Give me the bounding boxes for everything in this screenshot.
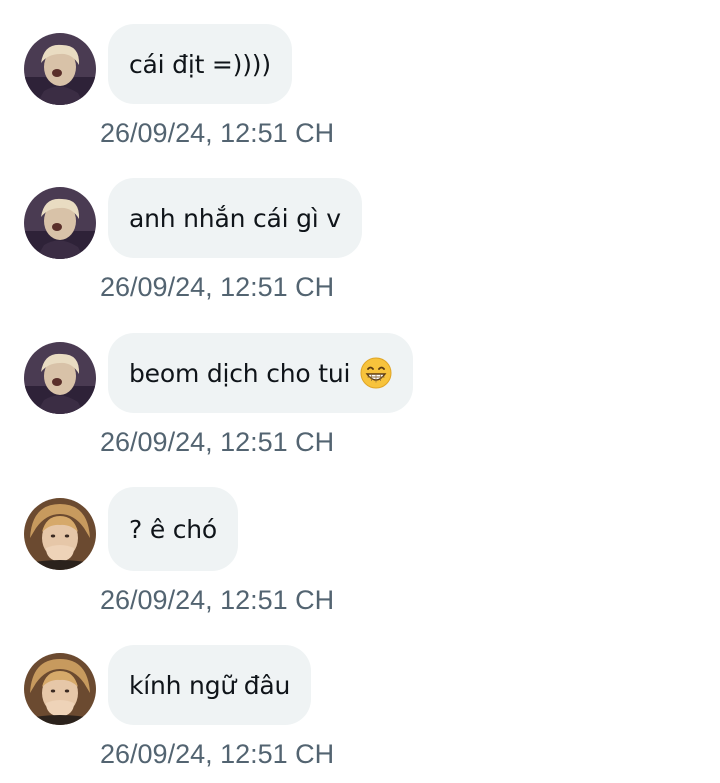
user-avatar-icon[interactable] xyxy=(24,187,96,259)
message-bubble[interactable]: ? ê chó xyxy=(108,487,239,571)
message-bubble[interactable]: kính ngữ đâu xyxy=(108,645,312,725)
user-avatar-icon[interactable] xyxy=(24,342,96,414)
message-timestamp: 26/09/24, 12:51 CH xyxy=(100,427,335,457)
message-timestamp: 26/09/24, 12:51 CH xyxy=(100,739,335,769)
message-text: kính ngữ đâu xyxy=(129,670,291,700)
message-text: ? ê chó xyxy=(129,514,218,544)
message-bubble[interactable]: cái địt =)))) xyxy=(108,24,292,104)
message-timestamp: 26/09/24, 12:51 CH xyxy=(100,272,335,302)
message-text: anh nhắn cái gì v xyxy=(129,203,341,233)
message-timestamp: 26/09/24, 12:51 CH xyxy=(100,118,335,148)
message-bubble[interactable]: anh nhắn cái gì v xyxy=(108,178,362,258)
user-avatar-icon[interactable] xyxy=(24,653,96,725)
user-avatar-icon[interactable] xyxy=(24,498,96,570)
message-bubble[interactable]: beom dịch cho tui xyxy=(108,333,414,413)
user-avatar-icon[interactable] xyxy=(24,33,96,105)
message-text: cái địt =)))) xyxy=(129,49,271,79)
message-timestamp: 26/09/24, 12:51 CH xyxy=(100,585,335,615)
message-text: beom dịch cho tui xyxy=(129,358,351,388)
grinning-face-emoji-icon xyxy=(360,357,392,389)
